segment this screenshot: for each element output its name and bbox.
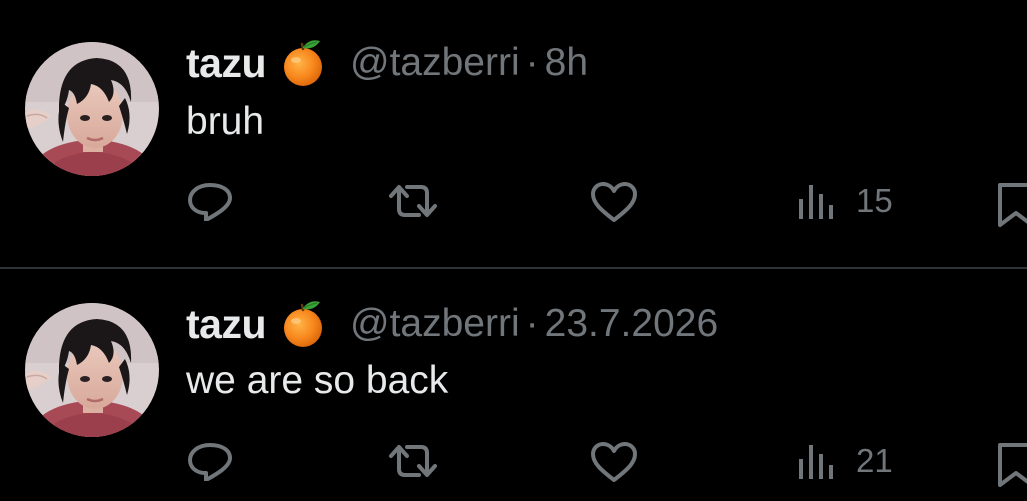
separator-dot: · <box>525 302 539 345</box>
reply-button[interactable] <box>186 181 234 221</box>
avatar[interactable] <box>25 42 159 176</box>
views-count: 15 <box>856 182 893 219</box>
bookmark-icon <box>996 441 1027 489</box>
reply-button[interactable] <box>186 441 234 481</box>
bookmark-button[interactable] <box>996 441 1027 489</box>
like-button[interactable] <box>589 181 639 223</box>
tweet-text: we are so back <box>186 359 449 402</box>
display-name[interactable]: tazu <box>186 301 267 348</box>
reply-icon <box>186 181 234 221</box>
avatar[interactable] <box>25 303 159 437</box>
like-button[interactable] <box>589 441 639 483</box>
bookmark-button[interactable] <box>996 181 1027 229</box>
bookmark-icon <box>996 181 1027 229</box>
views-icon <box>796 181 842 221</box>
tweet-text: bruh <box>186 100 265 143</box>
timestamp[interactable]: 23.7.2026 <box>545 302 719 346</box>
tangerine-emoji-icon <box>280 38 326 88</box>
separator-dot: · <box>525 41 539 84</box>
user-handle[interactable]: @tazberri <box>350 302 520 346</box>
views-button[interactable]: 21 <box>796 441 893 481</box>
timestamp[interactable]: 8h <box>545 41 588 85</box>
views-icon <box>796 441 842 481</box>
user-handle[interactable]: @tazberri <box>350 41 520 85</box>
tweet-header: tazu @tazberri · 8h <box>186 38 588 88</box>
tweet[interactable]: tazu @tazberri · 8h bruh 15 <box>0 0 1027 268</box>
tweet-feed: tazu @tazberri · 8h bruh 15 tazu @tazber… <box>0 0 1027 501</box>
tweet[interactable]: tazu @tazberri · 23.7.2026 we are so bac… <box>0 269 1027 501</box>
retweet-icon <box>387 181 439 221</box>
tangerine-emoji-icon <box>280 299 326 349</box>
retweet-icon <box>387 441 439 481</box>
like-icon <box>589 441 639 483</box>
retweet-button[interactable] <box>387 441 439 481</box>
reply-icon <box>186 441 234 481</box>
views-count: 21 <box>856 442 893 479</box>
display-name[interactable]: tazu <box>186 40 267 87</box>
retweet-button[interactable] <box>387 181 439 221</box>
tweet-header: tazu @tazberri · 23.7.2026 <box>186 299 718 349</box>
views-button[interactable]: 15 <box>796 181 893 221</box>
like-icon <box>589 181 639 223</box>
